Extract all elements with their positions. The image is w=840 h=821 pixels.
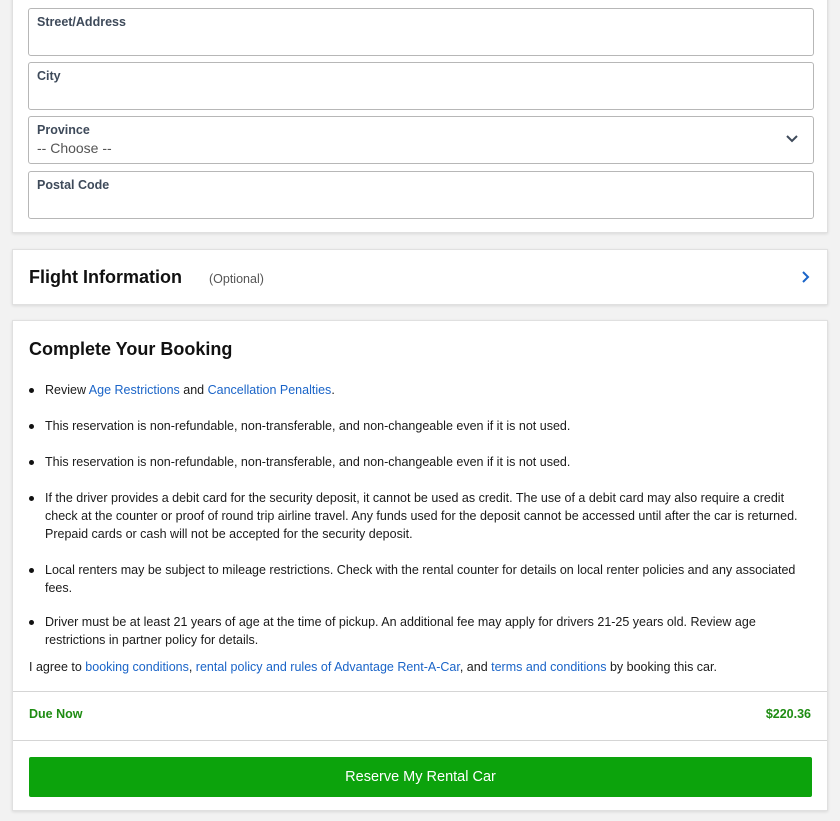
booking-conditions-link[interactable]: booking conditions xyxy=(85,660,189,674)
agreement-text: I agree to booking conditions, rental po… xyxy=(29,658,819,676)
flight-optional-label: (Optional) xyxy=(209,272,264,286)
bullet-text: . xyxy=(331,383,335,397)
bullet-text: and xyxy=(179,383,208,397)
bullet-text: Review xyxy=(45,383,89,397)
list-item: Local renters may be subject to mileage … xyxy=(29,561,819,597)
chevron-down-icon[interactable] xyxy=(785,134,799,144)
flight-information-title: Flight Information xyxy=(29,267,182,287)
list-item: Driver must be at least 21 years of age … xyxy=(29,613,819,649)
rental-policy-link[interactable]: rental policy and rules of Advantage Ren… xyxy=(196,660,460,674)
province-value: -- Choose -- xyxy=(37,140,112,156)
agree-text: , xyxy=(188,660,196,674)
agree-text: I agree to xyxy=(29,660,86,674)
street-address-label: Street/Address xyxy=(37,15,126,29)
due-now-amount: $220.36 xyxy=(765,707,811,721)
list-item: If the driver provides a debit card for … xyxy=(29,489,819,543)
chevron-right-icon[interactable] xyxy=(801,270,811,284)
reserve-rental-car-button[interactable]: Reserve My Rental Car xyxy=(29,757,812,797)
list-item: Review Age Restrictions and Cancellation… xyxy=(29,381,819,399)
complete-booking-card: Complete Your Booking Review Age Restric… xyxy=(12,320,828,811)
agree-text: by booking this car. xyxy=(606,660,717,674)
age-restrictions-link[interactable]: Age Restrictions xyxy=(89,383,180,397)
divider xyxy=(13,740,827,741)
agree-text: , and xyxy=(459,660,492,674)
due-now-label: Due Now xyxy=(29,707,83,721)
list-item: This reservation is non-refundable, non-… xyxy=(29,453,819,471)
list-item: This reservation is non-refundable, non-… xyxy=(29,417,819,435)
divider xyxy=(13,691,827,692)
postal-code-field[interactable]: Postal Code xyxy=(28,171,814,219)
province-label: Province xyxy=(37,123,90,137)
flight-information-panel[interactable]: Flight Information (Optional) xyxy=(12,249,828,305)
cancellation-penalties-link[interactable]: Cancellation Penalties xyxy=(208,383,332,397)
booking-terms-list: Review Age Restrictions and Cancellation… xyxy=(29,379,819,649)
address-card: Street/Address City Province -- Choose -… xyxy=(12,0,828,233)
street-address-field[interactable]: Street/Address xyxy=(28,8,814,56)
terms-and-conditions-link[interactable]: terms and conditions xyxy=(491,660,606,674)
postal-code-label: Postal Code xyxy=(37,178,110,192)
booking-title: Complete Your Booking xyxy=(29,339,233,359)
city-label: City xyxy=(37,69,61,83)
province-select[interactable]: Province -- Choose -- xyxy=(28,116,814,164)
city-field[interactable]: City xyxy=(28,62,814,110)
